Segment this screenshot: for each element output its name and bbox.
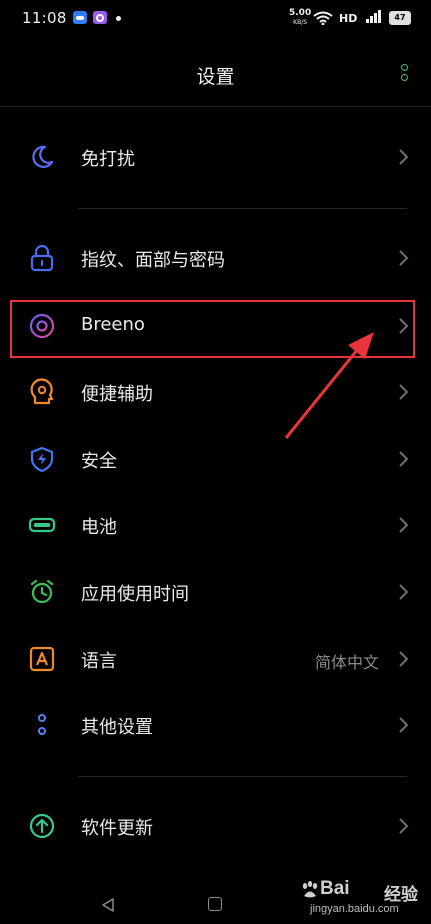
back-icon[interactable] [100, 897, 116, 913]
moon-icon [32, 145, 54, 168]
settings-item-label: 指纹、面部与密码 [81, 250, 225, 271]
chevron-right-icon [399, 384, 409, 400]
battery-level: 47 [389, 11, 411, 25]
chevron-right-icon [399, 717, 409, 733]
settings-item-label: 其他设置 [81, 717, 153, 738]
signal-icon [366, 10, 381, 23]
settings-item-accessibility[interactable]: 便捷辅助 [0, 363, 431, 423]
settings-item-software-update[interactable]: 软件更新 [0, 797, 431, 857]
head-gear-icon [30, 378, 54, 405]
settings-item-dnd[interactable]: 免打扰 [0, 128, 431, 188]
network-speed-unit: KB/S [293, 19, 308, 26]
chevron-right-icon [399, 517, 409, 533]
settings-item-security-lock[interactable]: 指纹、面部与密码 [0, 229, 431, 289]
settings-item-label: 安全 [81, 451, 117, 472]
home-icon[interactable] [208, 897, 222, 911]
settings-screen: 11:08 5.00 KB/S HD 47 设置 免打扰 指纹、面部与密码 Br… [0, 0, 431, 924]
settings-item-label: 便捷辅助 [81, 384, 153, 405]
settings-item-screen-time[interactable]: 应用使用时间 [0, 563, 431, 623]
settings-item-label: 语言 [81, 651, 117, 672]
settings-item-value: 简体中文 [314, 653, 379, 672]
shield-bolt-icon [30, 446, 54, 473]
baidu-paw-icon [302, 881, 318, 898]
settings-item-safety[interactable]: 安全 [0, 430, 431, 490]
chevron-right-icon [399, 451, 409, 467]
dots-vertical-icon [38, 714, 46, 735]
lock-icon [30, 244, 54, 272]
section-divider [78, 208, 407, 209]
settings-item-battery[interactable]: 电池 [0, 496, 431, 556]
section-divider [78, 776, 407, 777]
app-notification-icon [93, 11, 107, 24]
settings-item-label: 软件更新 [81, 818, 153, 839]
watermark-brand: Bai [320, 878, 350, 899]
settings-item-other-settings[interactable]: 其他设置 [0, 696, 431, 756]
battery-icon [28, 517, 56, 533]
letter-a-icon [29, 646, 55, 672]
network-type: HD [339, 12, 358, 25]
network-speed-value: 5.00 [289, 8, 312, 18]
settings-item-label: 应用使用时间 [81, 584, 189, 605]
chevron-right-icon [399, 584, 409, 600]
highlight-box [10, 300, 415, 358]
chevron-right-icon [399, 149, 409, 165]
watermark-url: jingyan.baidu.com [310, 903, 399, 915]
chevron-right-icon [399, 818, 409, 834]
settings-item-label: 电池 [81, 517, 117, 538]
settings-item-language[interactable]: 语言 简体中文 [0, 630, 431, 690]
status-time: 11:08 [22, 9, 67, 27]
cloud-app-notification-icon [73, 11, 87, 24]
settings-item-label: 免打扰 [81, 149, 135, 170]
more-notifications-dot-icon [116, 16, 121, 21]
alarm-clock-icon [30, 579, 54, 604]
chevron-right-icon [399, 651, 409, 667]
chevron-right-icon [399, 250, 409, 266]
watermark: Bai 经验 jingyan.baidu.com [298, 876, 426, 920]
arrow-up-circle-icon [29, 813, 55, 839]
app-header: 设置 [0, 40, 431, 107]
watermark-brand-suffix: 经验 [384, 885, 418, 905]
page-title: 设置 [196, 66, 235, 88]
more-vertical-icon[interactable] [399, 64, 409, 86]
status-bar: 11:08 5.00 KB/S HD 47 [0, 0, 431, 40]
network-speed: 5.00 KB/S [289, 9, 311, 27]
wifi-icon [313, 11, 333, 25]
